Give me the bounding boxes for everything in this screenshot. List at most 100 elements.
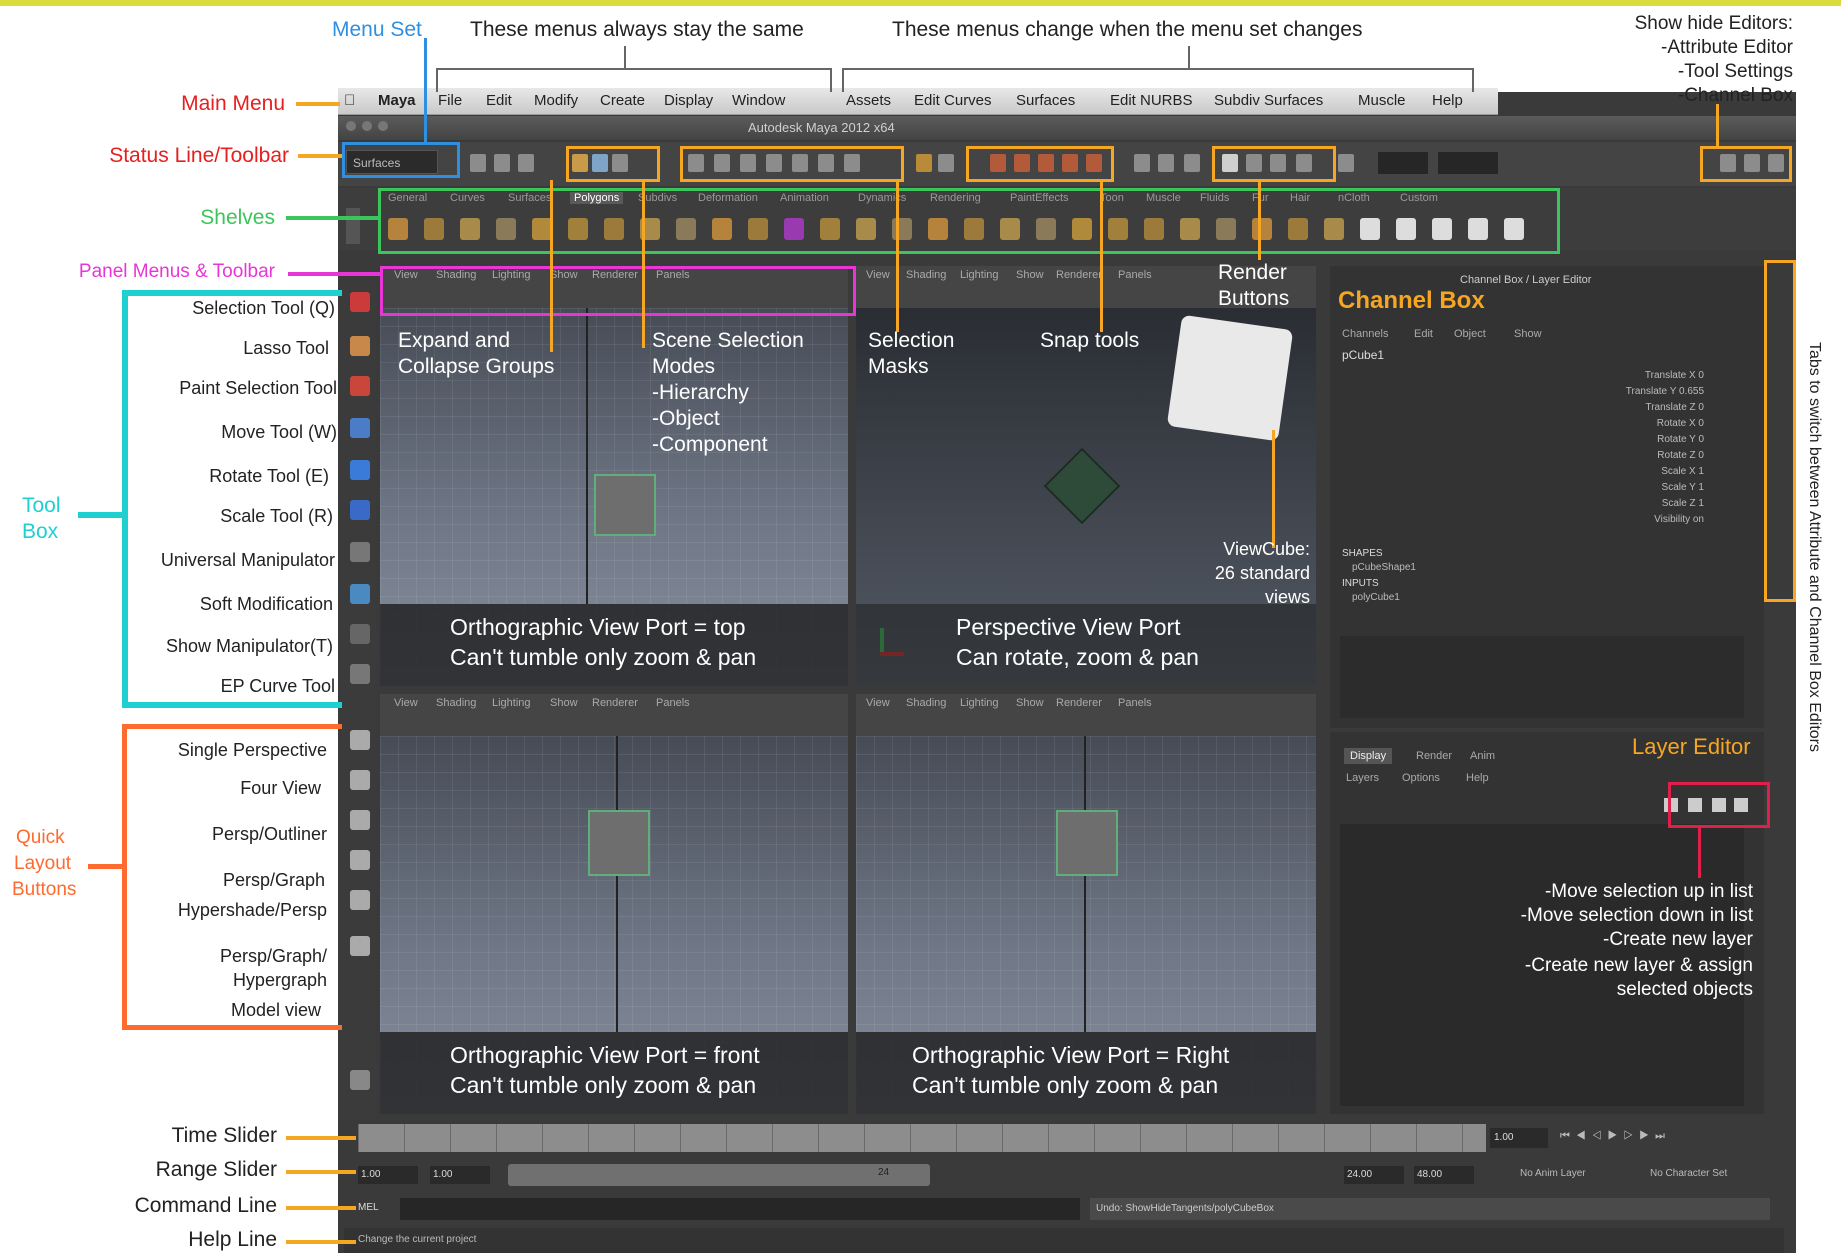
menu-file[interactable]: File (438, 92, 462, 109)
panel-menu-lighting[interactable]: Lighting (492, 697, 531, 709)
menu-edit[interactable]: Edit (486, 92, 512, 109)
model-view-icon[interactable] (350, 1070, 370, 1090)
start-time-field[interactable]: 1.00 (358, 1166, 418, 1184)
layer-tab-anim[interactable]: Anim (1470, 750, 1495, 762)
panel-menu-view[interactable]: View (866, 269, 890, 281)
input-field[interactable] (1378, 152, 1428, 174)
new-scene-icon[interactable] (470, 154, 486, 172)
shelf-menu-icon[interactable] (346, 208, 360, 244)
menu-subdiv-surfaces[interactable]: Subdiv Surfaces (1214, 92, 1323, 109)
menu-modify[interactable]: Modify (534, 92, 578, 109)
playback-start-field[interactable]: 1.00 (430, 1166, 490, 1184)
menu-window[interactable]: Window (732, 92, 785, 109)
panel-menu-shading[interactable]: Shading (906, 269, 946, 281)
panel-menu-panels[interactable]: Panels (1118, 697, 1152, 709)
layer-menu-layers[interactable]: Layers (1346, 772, 1379, 784)
channel-menu-object[interactable]: Object (1454, 328, 1486, 340)
viewcube-icon[interactable] (1166, 314, 1294, 442)
end-time-field[interactable]: 48.00 (1414, 1166, 1474, 1184)
shape-name[interactable]: pCubeShape1 (1352, 562, 1416, 573)
menu-surfaces[interactable]: Surfaces (1016, 92, 1075, 109)
soft-modification-icon[interactable] (350, 584, 370, 604)
cube-object[interactable] (594, 474, 656, 536)
channel-attribute[interactable]: Scale X 1 (1661, 466, 1704, 477)
cube-object[interactable] (588, 810, 650, 876)
menu-muscle[interactable]: Muscle (1358, 92, 1406, 109)
channel-menu-channels[interactable]: Channels (1342, 328, 1388, 340)
panel-menu-view[interactable]: View (866, 697, 890, 709)
panel-menu-lighting[interactable]: Lighting (960, 697, 999, 709)
panel-menu-renderer[interactable]: Renderer (592, 697, 638, 709)
rotate-tool-icon[interactable] (350, 460, 370, 480)
panel-menu-show[interactable]: Show (1016, 697, 1044, 709)
highlight-icon[interactable] (938, 154, 954, 172)
menu-help[interactable]: Help (1432, 92, 1463, 109)
input-field-icon[interactable] (1338, 154, 1354, 172)
menu-edit-curves[interactable]: Edit Curves (914, 92, 992, 109)
menu-assets[interactable]: Assets (846, 92, 891, 109)
channel-attribute[interactable]: Rotate Z 0 (1657, 450, 1704, 461)
channel-attribute[interactable]: Rotate X 0 (1657, 418, 1704, 429)
close-icon[interactable] (346, 121, 356, 131)
panel-menu-lighting[interactable]: Lighting (960, 269, 999, 281)
current-frame-field[interactable]: 1.00 (1490, 1128, 1548, 1148)
lasso-tool-icon[interactable] (350, 336, 370, 356)
anim-layer-dropdown[interactable]: No Anim Layer (1520, 1168, 1586, 1179)
menu-edit-nurbs[interactable]: Edit NURBS (1110, 92, 1193, 109)
character-set-dropdown[interactable]: No Character Set (1650, 1168, 1727, 1179)
panel-menu-renderer[interactable]: Renderer (1056, 697, 1102, 709)
persp-graph-layout-icon[interactable] (350, 850, 370, 870)
single-perspective-layout-icon[interactable] (350, 730, 370, 750)
cube-object[interactable] (1056, 810, 1118, 876)
layer-tab-render[interactable]: Render (1416, 750, 1452, 762)
panel-menu-show[interactable]: Show (550, 697, 578, 709)
history-icon[interactable] (1134, 154, 1150, 172)
input-name[interactable]: polyCube1 (1352, 592, 1400, 603)
panel-menu-view[interactable]: View (394, 697, 418, 709)
panel-menu-show[interactable]: Show (1016, 269, 1044, 281)
history-icon[interactable] (1184, 154, 1200, 172)
minimize-icon[interactable] (362, 121, 372, 131)
menu-maya[interactable]: Maya (378, 92, 416, 109)
history-icon[interactable] (1158, 154, 1174, 172)
channel-menu-show[interactable]: Show (1514, 328, 1542, 340)
ep-curve-tool-icon[interactable] (350, 664, 370, 684)
persp-graph-hypergraph-layout-icon[interactable] (350, 936, 370, 956)
hypershade-persp-layout-icon[interactable] (350, 890, 370, 910)
channel-attribute[interactable]: Rotate Y 0 (1657, 434, 1704, 445)
time-slider[interactable] (358, 1124, 1486, 1152)
panel-menu-shading[interactable]: Shading (906, 697, 946, 709)
channel-attribute[interactable]: Translate Z 0 (1645, 402, 1704, 413)
mel-label[interactable]: MEL (358, 1202, 379, 1213)
menu-display[interactable]: Display (664, 92, 713, 109)
scale-tool-icon[interactable] (350, 500, 370, 520)
layer-menu-help[interactable]: Help (1466, 772, 1489, 784)
playback-end-field[interactable]: 24.00 (1344, 1166, 1404, 1184)
menu-create[interactable]: Create (600, 92, 645, 109)
channel-attribute[interactable]: Visibility on (1654, 514, 1704, 525)
viewport-right[interactable]: View Shading Lighting Show Renderer Pane… (856, 694, 1316, 1114)
move-tool-icon[interactable] (350, 418, 370, 438)
open-scene-icon[interactable] (494, 154, 510, 172)
zoom-icon[interactable] (378, 121, 388, 131)
channel-attribute[interactable]: Scale Z 1 (1662, 498, 1704, 509)
viewport-front[interactable]: View Shading Lighting Show Renderer Pane… (380, 694, 848, 1114)
panel-menu-shading[interactable]: Shading (436, 697, 476, 709)
save-scene-icon[interactable] (518, 154, 534, 172)
persp-outliner-layout-icon[interactable] (350, 810, 370, 830)
selection-tool-icon[interactable] (350, 292, 370, 312)
layer-menu-options[interactable]: Options (1402, 772, 1440, 784)
lock-icon[interactable] (916, 154, 932, 172)
paint-selection-tool-icon[interactable] (350, 376, 370, 396)
channel-attribute[interactable]: Translate X 0 (1645, 370, 1704, 381)
channel-menu-edit[interactable]: Edit (1414, 328, 1433, 340)
input-field[interactable] (1438, 152, 1498, 174)
panel-menu-panels[interactable]: Panels (1118, 269, 1152, 281)
show-manipulator-icon[interactable] (350, 624, 370, 644)
channel-attribute[interactable]: Translate Y 0.655 (1626, 386, 1704, 397)
four-view-layout-icon[interactable] (350, 770, 370, 790)
universal-manipulator-icon[interactable] (350, 542, 370, 562)
layer-tab-display[interactable]: Display (1344, 748, 1393, 764)
panel-menu-renderer[interactable]: Renderer (1056, 269, 1102, 281)
range-slider[interactable]: 24 (508, 1164, 930, 1186)
